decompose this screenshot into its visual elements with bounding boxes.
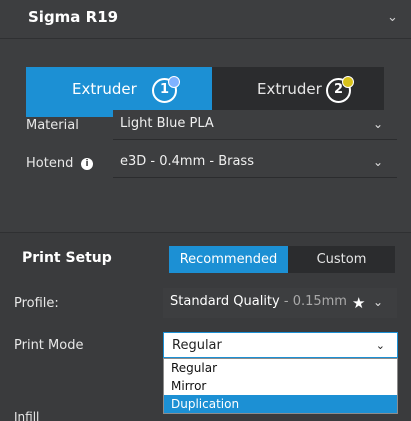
profile-value: Standard Quality - 0.15mm (170, 294, 347, 309)
chevron-down-icon[interactable]: ⌄ (387, 10, 398, 25)
material-color-dot (168, 76, 180, 88)
profile-label: Profile: (14, 296, 59, 311)
tab-recommended[interactable]: Recommended (169, 246, 288, 273)
option-mirror[interactable]: Mirror (164, 377, 397, 395)
profile-quality: Standard Quality (170, 294, 280, 309)
chevron-down-icon: ⌄ (372, 155, 383, 169)
material-select[interactable]: Light Blue PLA ⌄ (113, 110, 397, 140)
profile-layer-height: - 0.15mm (279, 294, 347, 309)
print-mode-dropdown: Regular Mirror Duplication (163, 358, 398, 414)
extruder-2-badge: 2 (326, 76, 354, 103)
infill-label: Infill (14, 410, 40, 421)
print-mode-label: Print Mode (14, 338, 84, 353)
tab-custom[interactable]: Custom (288, 246, 395, 273)
printer-name: Sigma R19 (28, 8, 119, 26)
extruder-1-label: Extruder (72, 80, 137, 98)
extruder-1-badge: 1 (152, 76, 180, 103)
chevron-down-icon: ⌄ (375, 339, 385, 352)
hotend-label: Hotend (26, 156, 74, 171)
hotend-select[interactable]: e3D - 0.4mm - Brass ⌄ (113, 148, 397, 178)
chevron-down-icon: ⌄ (372, 117, 383, 131)
chevron-down-icon: ⌄ (372, 295, 383, 309)
printer-panel: Sigma R19 ⌄ Extruder 1 Extruder 2 Materi… (0, 0, 411, 421)
hotend-value: e3D - 0.4mm - Brass (120, 154, 254, 169)
info-icon[interactable]: i (81, 158, 93, 170)
extruder-2-label: Extruder (257, 80, 322, 98)
material-value: Light Blue PLA (120, 116, 214, 131)
material-label: Material (26, 118, 79, 133)
print-mode-select[interactable]: Regular ⌄ (163, 332, 398, 358)
star-icon[interactable]: ★ (352, 294, 365, 312)
print-mode-value: Regular (172, 338, 222, 353)
divider (0, 38, 411, 39)
option-regular[interactable]: Regular (164, 359, 397, 377)
option-duplication[interactable]: Duplication (164, 395, 397, 413)
print-setup-title: Print Setup (22, 250, 112, 266)
material-color-dot (342, 76, 354, 88)
printer-header[interactable]: Sigma R19 ⌄ (0, 0, 411, 38)
